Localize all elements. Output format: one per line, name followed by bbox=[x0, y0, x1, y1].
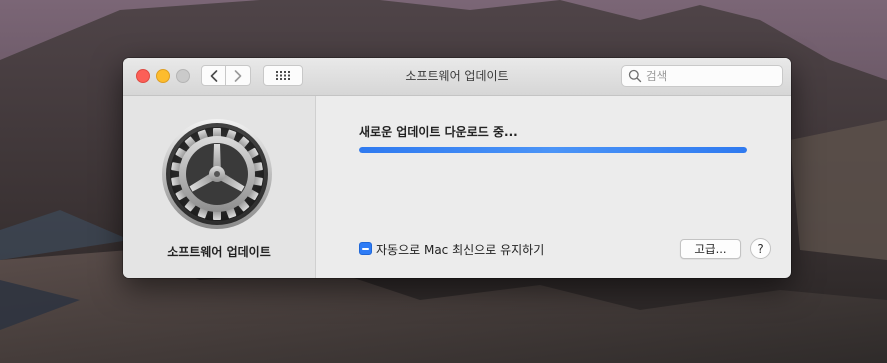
download-status: 새로운 업데이트 다운로드 중... bbox=[359, 125, 518, 139]
gear-icon bbox=[161, 118, 273, 230]
search-field[interactable] bbox=[621, 65, 783, 87]
preferences-window: 소프트웨어 업데이트 검색 소프트웨어 업데이트 새로운 업데이트 다운로드 중… bbox=[123, 58, 791, 278]
sidebar-title: 소프트웨어 업데이트 bbox=[167, 245, 271, 259]
download-progress-bar bbox=[359, 147, 747, 153]
sidebar-pane: 소프트웨어 업데이트 bbox=[123, 96, 316, 278]
auto-update-label[interactable]: 자동으로 Mac 최신으로 유지하기 bbox=[376, 241, 544, 258]
chevron-right-icon bbox=[234, 69, 242, 82]
mixed-state-dash bbox=[362, 247, 369, 250]
show-all-button[interactable] bbox=[263, 65, 303, 86]
back-button[interactable] bbox=[201, 65, 226, 86]
chevron-left-icon bbox=[210, 69, 217, 82]
close-button[interactable] bbox=[136, 69, 150, 83]
title-bar: 소프트웨어 업데이트 bbox=[123, 58, 791, 96]
search-icon bbox=[628, 69, 642, 83]
zoom-button[interactable] bbox=[176, 69, 190, 83]
help-button[interactable]: ? bbox=[750, 238, 771, 259]
forward-button[interactable] bbox=[226, 65, 251, 86]
minimize-button[interactable] bbox=[156, 69, 170, 83]
advanced-button[interactable]: 고급... bbox=[680, 239, 741, 259]
grid-icon bbox=[276, 71, 290, 80]
progress-fill bbox=[359, 147, 747, 153]
search-input[interactable] bbox=[646, 69, 776, 83]
auto-update-checkbox[interactable] bbox=[359, 242, 372, 255]
